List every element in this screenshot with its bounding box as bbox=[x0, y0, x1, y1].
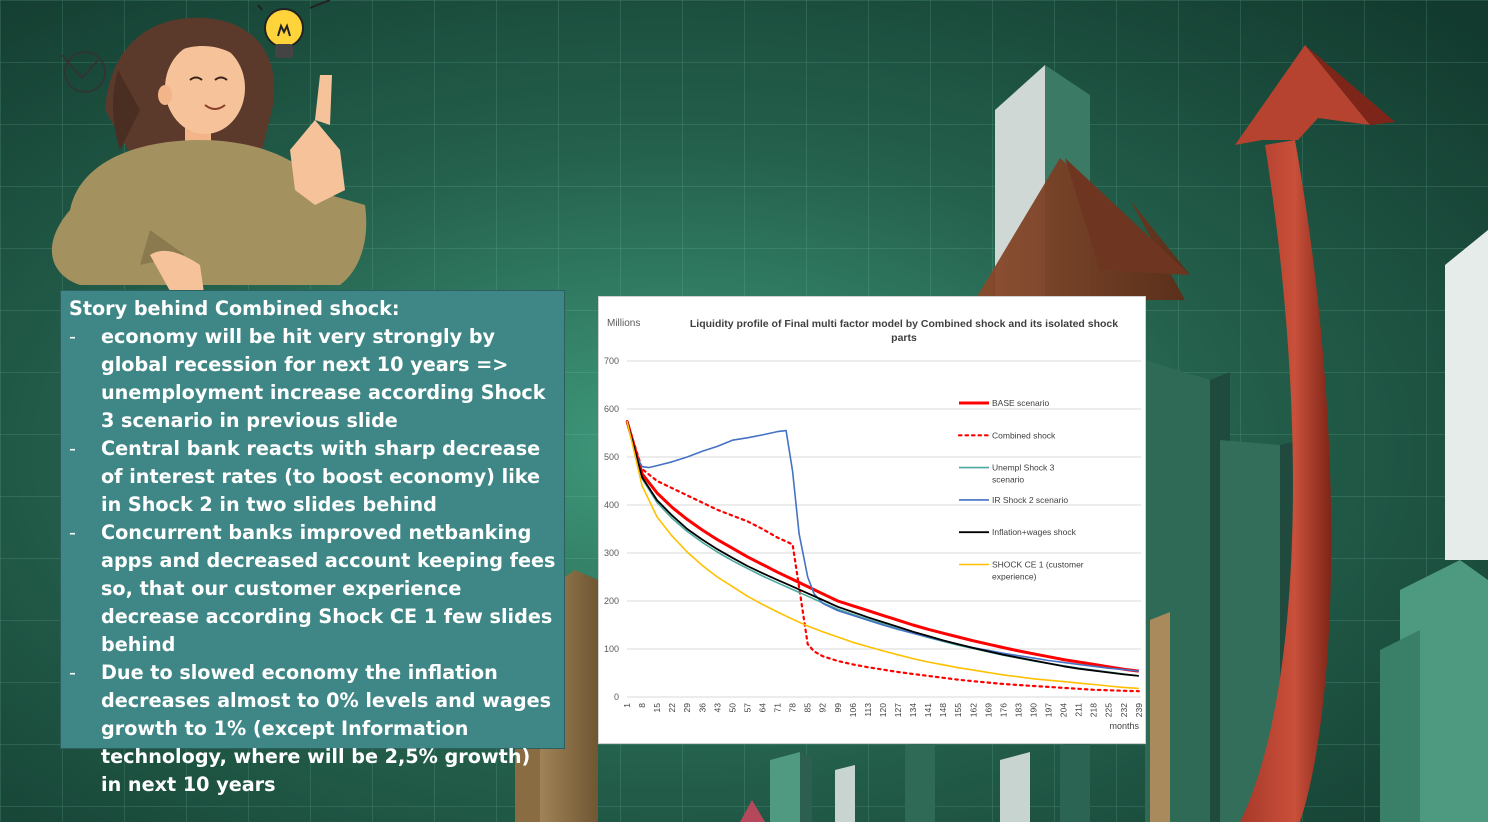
legend-label: Combined shock bbox=[992, 430, 1056, 440]
x-tick-label: 204 bbox=[1059, 703, 1069, 717]
x-tick-label: 50 bbox=[727, 703, 737, 713]
story-textbox: Story behind Combined shock: - economy wi… bbox=[60, 290, 565, 796]
y-tick-label: 0 bbox=[614, 692, 619, 702]
chart-plot: 0 100 200 300 400 500 600 700 1 8 15 22 29 36 43 50 57 64… bbox=[604, 356, 1144, 717]
x-tick-label: 134 bbox=[908, 703, 918, 717]
x-tick-label: 176 bbox=[998, 703, 1008, 717]
x-tick-label: 113 bbox=[863, 703, 873, 717]
x-tick-label: 1 bbox=[622, 703, 632, 708]
story-bullet: - Concurrent banks improved netbanking ap… bbox=[69, 521, 556, 656]
x-tick-label: 190 bbox=[1028, 703, 1038, 717]
y-tick-label: 100 bbox=[604, 644, 619, 654]
x-tick-label: 127 bbox=[893, 703, 903, 717]
x-tick-label: 141 bbox=[923, 703, 933, 717]
x-tick-label: 106 bbox=[848, 703, 858, 717]
y-tick-label: 500 bbox=[604, 452, 619, 462]
story-heading: Story behind Combined shock: bbox=[69, 297, 400, 320]
story-bullet-text: Due to slowed economy the inflation decr… bbox=[101, 661, 551, 796]
x-tick-label: 43 bbox=[712, 703, 722, 713]
liquidity-chart: Millions Liquidity profile of Final mult… bbox=[598, 296, 1146, 744]
x-tick-label: 169 bbox=[983, 703, 993, 717]
y-tick-label: 400 bbox=[604, 500, 619, 510]
story-bullet: - Due to slowed economy the inflation dec… bbox=[69, 661, 551, 796]
x-tick-label: 197 bbox=[1044, 703, 1054, 717]
x-tick-label: 29 bbox=[682, 703, 692, 713]
y-tick-label: 200 bbox=[604, 596, 619, 606]
x-tick-label: 57 bbox=[742, 703, 752, 713]
story-bullet-text: economy will be hit very strongly by glo… bbox=[101, 325, 546, 432]
x-tick-label: 148 bbox=[938, 703, 948, 717]
x-tick-label: 183 bbox=[1013, 703, 1023, 717]
series-line bbox=[626, 420, 1139, 677]
series-line bbox=[626, 420, 1139, 690]
x-tick-label: 71 bbox=[773, 703, 783, 713]
story-bullet-text: Concurrent banks improved netbanking app… bbox=[101, 521, 556, 656]
x-tick-label: 162 bbox=[968, 703, 978, 717]
legend-label: SHOCK CE 1 (customer experience) bbox=[992, 560, 1084, 582]
x-tick-label: 64 bbox=[757, 703, 767, 713]
x-tick-label: 225 bbox=[1104, 703, 1114, 717]
x-tick-label: 239 bbox=[1134, 703, 1144, 717]
y-tick-label: 600 bbox=[604, 404, 619, 414]
x-tick-label: 92 bbox=[818, 703, 828, 713]
series-line bbox=[625, 420, 1139, 673]
story-bullet: - economy will be hit very strongly by gl… bbox=[69, 325, 546, 432]
story-bullet-list: - economy will be hit very strongly by gl… bbox=[69, 323, 556, 799]
x-tick-label: 15 bbox=[652, 703, 662, 713]
legend-label: BASE scenario bbox=[992, 398, 1049, 408]
legend-label: Inflation+wages shock bbox=[992, 527, 1077, 537]
x-tick-label: 99 bbox=[833, 703, 843, 713]
y-tick-label: 700 bbox=[604, 356, 619, 366]
x-axis-label: months bbox=[1109, 721, 1139, 731]
legend-label: Unempl Shock 3 scenario bbox=[992, 463, 1055, 485]
x-tick-label: 211 bbox=[1074, 703, 1084, 717]
x-tick-label: 232 bbox=[1119, 703, 1129, 717]
y-tick-label: 300 bbox=[604, 548, 619, 558]
x-tick-label: 155 bbox=[953, 703, 963, 717]
story-bullet: - Central bank reacts with sharp decrease… bbox=[69, 437, 541, 516]
x-tick-label: 85 bbox=[803, 703, 813, 713]
series-line bbox=[626, 420, 1139, 677]
x-tick-label: 36 bbox=[697, 703, 707, 713]
legend-label: IR Shock 2 scenario bbox=[992, 495, 1068, 505]
x-tick-label: 120 bbox=[878, 703, 888, 717]
series-line bbox=[626, 420, 1139, 672]
story-bullet-text: Central bank reacts with sharp decrease … bbox=[101, 437, 541, 516]
x-tick-label: 8 bbox=[637, 703, 647, 708]
x-tick-label: 218 bbox=[1089, 703, 1099, 717]
x-tick-label: 78 bbox=[788, 703, 798, 713]
x-tick-label: 22 bbox=[667, 703, 677, 713]
